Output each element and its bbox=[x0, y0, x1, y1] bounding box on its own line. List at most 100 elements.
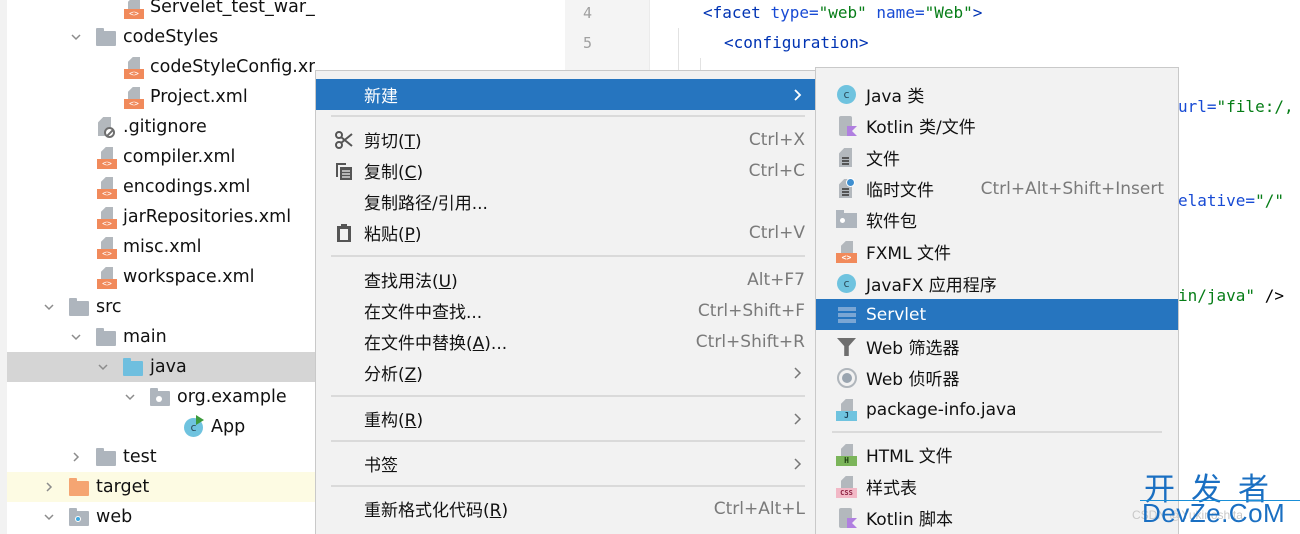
java-file-icon: J bbox=[836, 399, 858, 421]
tree-item[interactable]: <> misc.xml bbox=[7, 232, 315, 262]
tree-item[interactable]: <> encodings.xml bbox=[7, 172, 315, 202]
copy-icon bbox=[334, 161, 354, 181]
tree-item[interactable]: codeStyles bbox=[7, 22, 315, 52]
tree-item[interactable]: <> workspace.xml bbox=[7, 262, 315, 292]
ignored-file-icon bbox=[95, 116, 117, 138]
watermark-en: DevZe.CoM bbox=[1142, 498, 1286, 528]
menu-item-label: 粘贴(P) bbox=[364, 225, 422, 245]
submenu-item-java-class[interactable]: c Java 类 bbox=[816, 79, 1178, 110]
tree-item[interactable]: <> codeStyleConfig.xml bbox=[7, 52, 315, 82]
xml-file-icon: <> bbox=[95, 176, 117, 199]
tree-item[interactable]: src bbox=[7, 292, 315, 322]
tree-item[interactable]: <> Servelet_test_war_exploded.xml bbox=[7, 0, 315, 22]
tree-item-label: main bbox=[123, 327, 167, 347]
code-line[interactable]: <configuration> bbox=[724, 33, 869, 52]
xml-file-icon: <> bbox=[122, 86, 144, 109]
xml-file-icon: <> bbox=[95, 206, 117, 229]
submenu-item-label: JavaFX 应用程序 bbox=[866, 276, 997, 296]
tree-item[interactable]: main bbox=[7, 322, 315, 352]
tree-item[interactable]: web bbox=[7, 502, 315, 532]
menu-item-new[interactable]: 新建 bbox=[316, 79, 817, 110]
menu-item-cut[interactable]: 剪切(T) Ctrl+X bbox=[316, 124, 817, 155]
tree-item-label: compiler.xml bbox=[123, 147, 236, 167]
chevron-right-icon[interactable] bbox=[42, 480, 56, 494]
submenu-item-stylesheet[interactable]: CSS 样式表 bbox=[816, 471, 1178, 502]
menu-item-reformat-code[interactable]: 重新格式化代码(R) Ctrl+Alt+L bbox=[316, 493, 817, 524]
context-menu[interactable]: 新建 剪切(T) Ctrl+X 复制(C) Ctrl+C 复制路径/引用... … bbox=[315, 70, 818, 534]
submenu-item-label: HTML 文件 bbox=[866, 447, 953, 467]
submenu-item-label: Servlet bbox=[866, 304, 927, 325]
text-file-icon bbox=[836, 147, 858, 169]
tree-item-label: workspace.xml bbox=[123, 267, 255, 287]
package-icon bbox=[836, 209, 858, 231]
css-file-icon: CSS bbox=[836, 476, 858, 498]
menu-item-find-usages[interactable]: 查找用法(U) Alt+F7 bbox=[316, 264, 817, 295]
tree-item-label: java bbox=[150, 357, 187, 377]
menu-item-copy[interactable]: 复制(C) Ctrl+C bbox=[316, 155, 817, 186]
chevron-down-icon[interactable] bbox=[96, 360, 110, 374]
submenu-item-web-listener[interactable]: Web 侦听器 bbox=[816, 362, 1178, 393]
source-folder-icon bbox=[122, 356, 144, 378]
menu-item-label: 在文件中查找... bbox=[364, 303, 483, 323]
shortcut: Ctrl+Alt+L bbox=[713, 498, 805, 519]
chevron-down-icon[interactable] bbox=[42, 300, 56, 314]
shortcut: Ctrl+Shift+F bbox=[697, 300, 805, 321]
folder-icon bbox=[95, 446, 117, 468]
menu-item-replace-in-files[interactable]: 在文件中替换(A)... Ctrl+Shift+R bbox=[316, 326, 817, 357]
indent-guide bbox=[678, 28, 679, 70]
tree-item[interactable]: target bbox=[7, 472, 315, 502]
submenu-item-label: 样式表 bbox=[866, 479, 917, 499]
submenu-item-label: Kotlin 类/文件 bbox=[866, 118, 976, 138]
submenu-arrow-icon bbox=[794, 457, 802, 470]
menu-item-paste[interactable]: 粘贴(P) Ctrl+V bbox=[316, 217, 817, 248]
menu-item-find-in-files[interactable]: 在文件中查找... Ctrl+Shift+F bbox=[316, 295, 817, 326]
submenu-item-web-filter[interactable]: Web 筛选器 bbox=[816, 331, 1178, 362]
shortcut: Ctrl+X bbox=[748, 129, 805, 150]
chevron-down-icon[interactable] bbox=[69, 30, 83, 44]
submenu-item-fxml-file[interactable]: <> FXML 文件 bbox=[816, 236, 1178, 267]
scratch-file-icon bbox=[836, 178, 858, 200]
menu-item-refactor[interactable]: 重构(R) bbox=[316, 403, 817, 434]
tree-item-selected[interactable]: java bbox=[7, 352, 315, 382]
project-tree[interactable]: <> Servelet_test_war_exploded.xml codeSt… bbox=[0, 0, 315, 534]
code-line[interactable]: <facet type="web" name="Web"> bbox=[703, 3, 982, 22]
menu-item-bookmarks[interactable]: 书签 bbox=[316, 448, 817, 479]
xml-file-icon: <> bbox=[95, 236, 117, 259]
submenu-item-kotlin-script[interactable]: Kotlin 脚本 bbox=[816, 502, 1178, 533]
submenu-item-label: Kotlin 脚本 bbox=[866, 510, 953, 530]
submenu-item-kotlin-class[interactable]: Kotlin 类/文件 bbox=[816, 110, 1178, 141]
tree-item[interactable]: .gitignore bbox=[7, 112, 315, 142]
kotlin-file-icon bbox=[836, 115, 858, 137]
submenu-item-javafx-app[interactable]: c JavaFX 应用程序 bbox=[816, 268, 1178, 299]
submenu-item-file[interactable]: 文件 bbox=[816, 142, 1178, 173]
menu-item-label: 重构(R) bbox=[364, 411, 424, 431]
excluded-folder-icon bbox=[68, 476, 90, 498]
tree-item[interactable]: <> compiler.xml bbox=[7, 142, 315, 172]
submenu-item-scratch-file[interactable]: 临时文件 Ctrl+Alt+Shift+Insert bbox=[816, 173, 1178, 204]
menu-item-analyze[interactable]: 分析(Z) bbox=[316, 357, 817, 388]
chevron-down-icon[interactable] bbox=[42, 510, 56, 524]
chevron-down-icon[interactable] bbox=[123, 390, 137, 404]
menu-item-copy-path[interactable]: 复制路径/引用... bbox=[316, 186, 817, 217]
tree-item[interactable]: c App bbox=[7, 412, 315, 442]
tree-item-label: org.example bbox=[177, 387, 287, 407]
tree-item[interactable]: org.example bbox=[7, 382, 315, 412]
new-submenu[interactable]: c Java 类 Kotlin 类/文件 文件 临时文件 Ctrl+Alt+Sh… bbox=[815, 67, 1179, 534]
tree-item-label: Project.xml bbox=[150, 87, 248, 107]
menu-item-label: 复制(C) bbox=[364, 163, 424, 183]
chevron-down-icon[interactable] bbox=[69, 330, 83, 344]
tree-item[interactable]: <> jarRepositories.xml bbox=[7, 202, 315, 232]
chevron-right-icon[interactable] bbox=[69, 450, 83, 464]
submenu-item-label: package-info.java bbox=[866, 399, 1017, 420]
tree-item[interactable]: test bbox=[7, 442, 315, 472]
submenu-item-servlet[interactable]: Servlet bbox=[816, 299, 1178, 330]
submenu-item-package-info[interactable]: J package-info.java bbox=[816, 394, 1178, 425]
submenu-item-package[interactable]: 软件包 bbox=[816, 204, 1178, 235]
menu-item-label: 书签 bbox=[364, 456, 398, 476]
tree-item-label: Servelet_test_war_exploded.xml bbox=[150, 0, 315, 17]
submenu-item-html-file[interactable]: H HTML 文件 bbox=[816, 439, 1178, 470]
paste-icon bbox=[334, 223, 354, 243]
submenu-item-label: Java 类 bbox=[866, 87, 925, 107]
indent-guide bbox=[700, 58, 701, 70]
tree-item[interactable]: <> Project.xml bbox=[7, 82, 315, 112]
